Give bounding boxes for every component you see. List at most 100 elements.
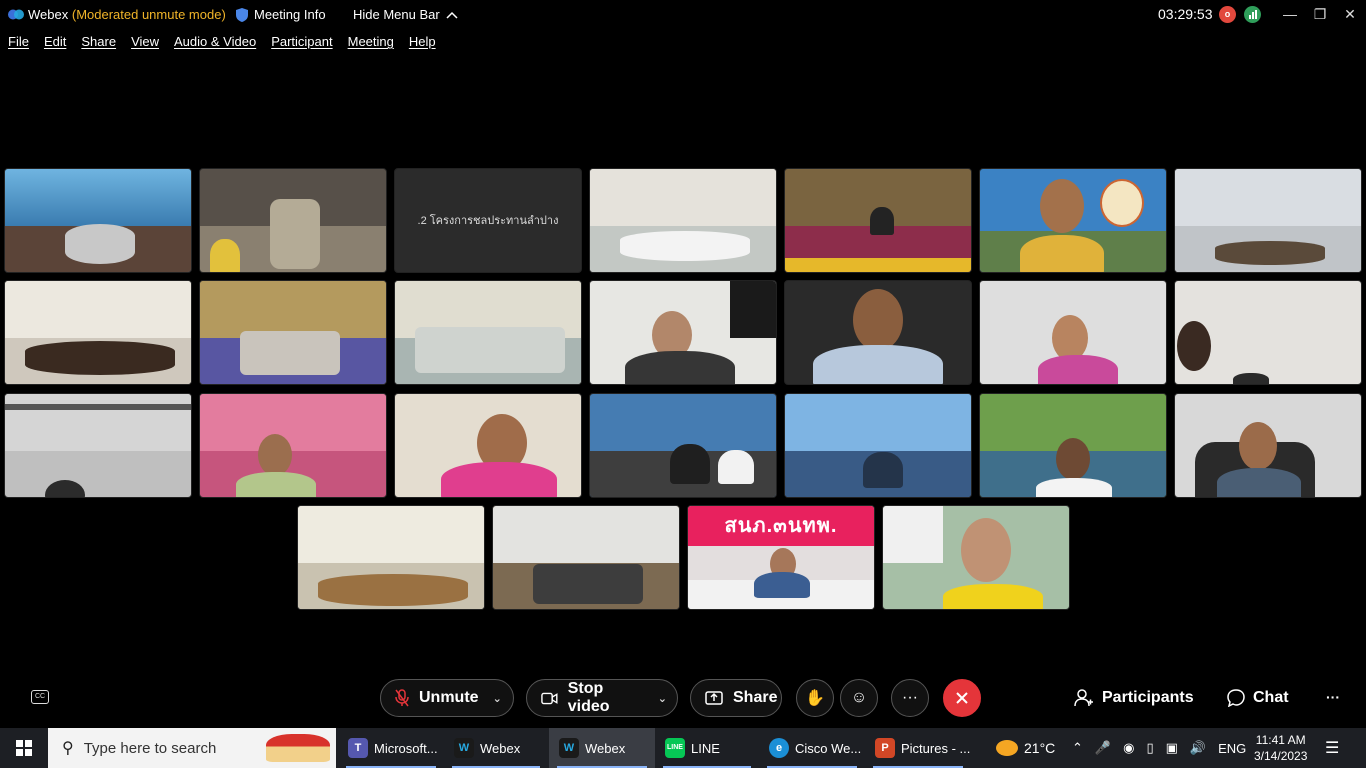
chevron-up-icon[interactable]: ⌃ [1072, 740, 1083, 756]
menu-file[interactable]: File [8, 34, 29, 54]
windows-taskbar: ⚲ Type here to search T Microsoft... W W… [0, 728, 1366, 768]
clock-time: 11:41 AM [1255, 733, 1306, 747]
share-button[interactable]: Share [690, 679, 782, 717]
clock[interactable]: 11:41 AM 3/14/2023 [1254, 732, 1307, 764]
hide-menu-bar-button[interactable]: Hide Menu Bar [353, 7, 458, 22]
taskbar-app-line[interactable]: LINE LINE [655, 728, 759, 768]
reactions-icon[interactable]: ☺ [840, 679, 878, 717]
network-icon[interactable]: ▣ [1166, 740, 1178, 756]
edge-icon: e [769, 738, 789, 758]
more-options-icon[interactable]: ··· [891, 679, 929, 717]
unmute-button[interactable]: Unmute ⌄ [380, 679, 514, 717]
taskbar-search[interactable]: ⚲ Type here to search [48, 728, 336, 768]
menu-edit[interactable]: Edit [44, 34, 66, 54]
end-call-button[interactable] [943, 679, 981, 717]
app-name: Webex [28, 7, 69, 22]
video-tile[interactable] [1174, 280, 1362, 385]
line-icon: LINE [665, 738, 685, 758]
taskbar-app-label: Webex [480, 740, 521, 756]
taskbar-app-webex-2[interactable]: W Webex [549, 728, 655, 768]
notification-center-icon[interactable]: ☰ [1325, 728, 1339, 768]
chat-button[interactable]: Chat [1227, 689, 1289, 707]
video-tile[interactable] [199, 393, 387, 498]
language-indicator[interactable]: ENG [1218, 741, 1246, 756]
microphone-muted-icon [395, 689, 409, 707]
menu-audio-video[interactable]: Audio & Video [174, 34, 256, 54]
video-tile[interactable] [589, 168, 777, 273]
video-tile[interactable] [1174, 168, 1362, 273]
unmute-label: Unmute [419, 689, 479, 706]
window-titlebar: Webex (Moderated unmute mode) Meeting In… [0, 0, 1366, 30]
powerpoint-icon: P [875, 738, 895, 758]
video-camera-icon [541, 692, 558, 704]
menu-view[interactable]: View [131, 34, 159, 54]
taskbar-app-label: Cisco We... [795, 740, 862, 756]
menu-meeting[interactable]: Meeting [348, 34, 394, 54]
participant-name: .2 โครงการชลประทานลำปาง [417, 215, 559, 227]
taskbar-app-teams[interactable]: T Microsoft... [338, 728, 444, 768]
chat-bubble-icon [1227, 689, 1245, 707]
clock-date: 3/14/2023 [1254, 749, 1308, 763]
taskbar-app-label: Webex [585, 740, 626, 756]
webcam-icon[interactable]: ◉ [1123, 740, 1134, 756]
video-tile-no-video[interactable]: .2 โครงการชลประทานลำปาง [394, 168, 582, 273]
minimize-icon[interactable]: — [1277, 4, 1303, 24]
taskbar-app-label: Pictures - ... [901, 740, 971, 756]
taskbar-app-pictures[interactable]: P Pictures - ... [865, 728, 971, 768]
video-tile[interactable] [199, 168, 387, 273]
closed-captions-button[interactable]: CC [31, 690, 49, 704]
restore-icon[interactable]: ❐ [1307, 4, 1333, 24]
menu-bar: File Edit Share View Audio & Video Parti… [0, 34, 443, 54]
meeting-info-button[interactable]: Meeting Info [236, 7, 326, 22]
app-title: Webex (Moderated unmute mode) [28, 7, 226, 22]
video-tile[interactable] [297, 505, 485, 610]
chevron-down-icon[interactable]: ⌄ [658, 692, 667, 705]
system-tray: ⌃ 🎤 ◉ ▯ ▣ 🔊 ENG [1072, 728, 1246, 768]
battery-icon[interactable]: ▯ [1146, 740, 1153, 756]
menu-share[interactable]: Share [81, 34, 116, 54]
video-tile[interactable] [492, 505, 680, 610]
stop-video-button[interactable]: Stop video ⌄ [526, 679, 678, 717]
share-label: Share [733, 689, 778, 706]
video-tile[interactable] [979, 393, 1167, 498]
video-tile[interactable] [979, 280, 1167, 385]
share-screen-icon [705, 691, 723, 705]
video-tile[interactable] [589, 393, 777, 498]
more-panel-options-icon[interactable]: ··· [1326, 689, 1340, 705]
weather-icon [996, 740, 1018, 756]
video-tile[interactable] [394, 393, 582, 498]
video-tile[interactable]: สนภ.๓นทพ. [687, 505, 875, 610]
taskbar-app-edge[interactable]: e Cisco We... [759, 728, 865, 768]
start-button[interactable] [0, 728, 48, 768]
chevron-down-icon[interactable]: ⌄ [493, 692, 502, 705]
video-tile[interactable] [979, 168, 1167, 273]
weather-widget[interactable]: 21°C [996, 728, 1055, 768]
search-icon: ⚲ [62, 740, 74, 757]
shield-icon [236, 7, 248, 22]
video-tile[interactable] [199, 280, 387, 385]
webex-icon: W [454, 738, 474, 758]
raise-hand-icon[interactable]: ✋ [796, 679, 834, 717]
video-tile[interactable] [589, 280, 777, 385]
microphone-icon[interactable]: 🎤 [1095, 740, 1111, 756]
chat-label: Chat [1253, 689, 1289, 706]
video-tile[interactable] [784, 393, 972, 498]
network-stats-icon[interactable] [1244, 6, 1261, 23]
recording-indicator-icon[interactable]: o [1219, 6, 1236, 23]
video-tile[interactable] [4, 280, 192, 385]
menu-participant[interactable]: Participant [271, 34, 332, 54]
video-tile[interactable] [882, 505, 1070, 610]
participants-button[interactable]: Participants [1074, 689, 1194, 707]
hide-menu-label: Hide Menu Bar [353, 7, 440, 22]
video-tile[interactable] [784, 168, 972, 273]
taskbar-app-webex-1[interactable]: W Webex [444, 728, 548, 768]
video-tile[interactable] [784, 280, 972, 385]
close-icon[interactable]: ✕ [1337, 4, 1363, 24]
participants-icon [1074, 689, 1093, 707]
volume-icon[interactable]: 🔊 [1190, 740, 1206, 756]
video-tile[interactable] [4, 393, 192, 498]
menu-help[interactable]: Help [409, 34, 436, 54]
video-tile[interactable] [1174, 393, 1362, 498]
video-tile[interactable] [394, 280, 582, 385]
video-tile[interactable] [4, 168, 192, 273]
